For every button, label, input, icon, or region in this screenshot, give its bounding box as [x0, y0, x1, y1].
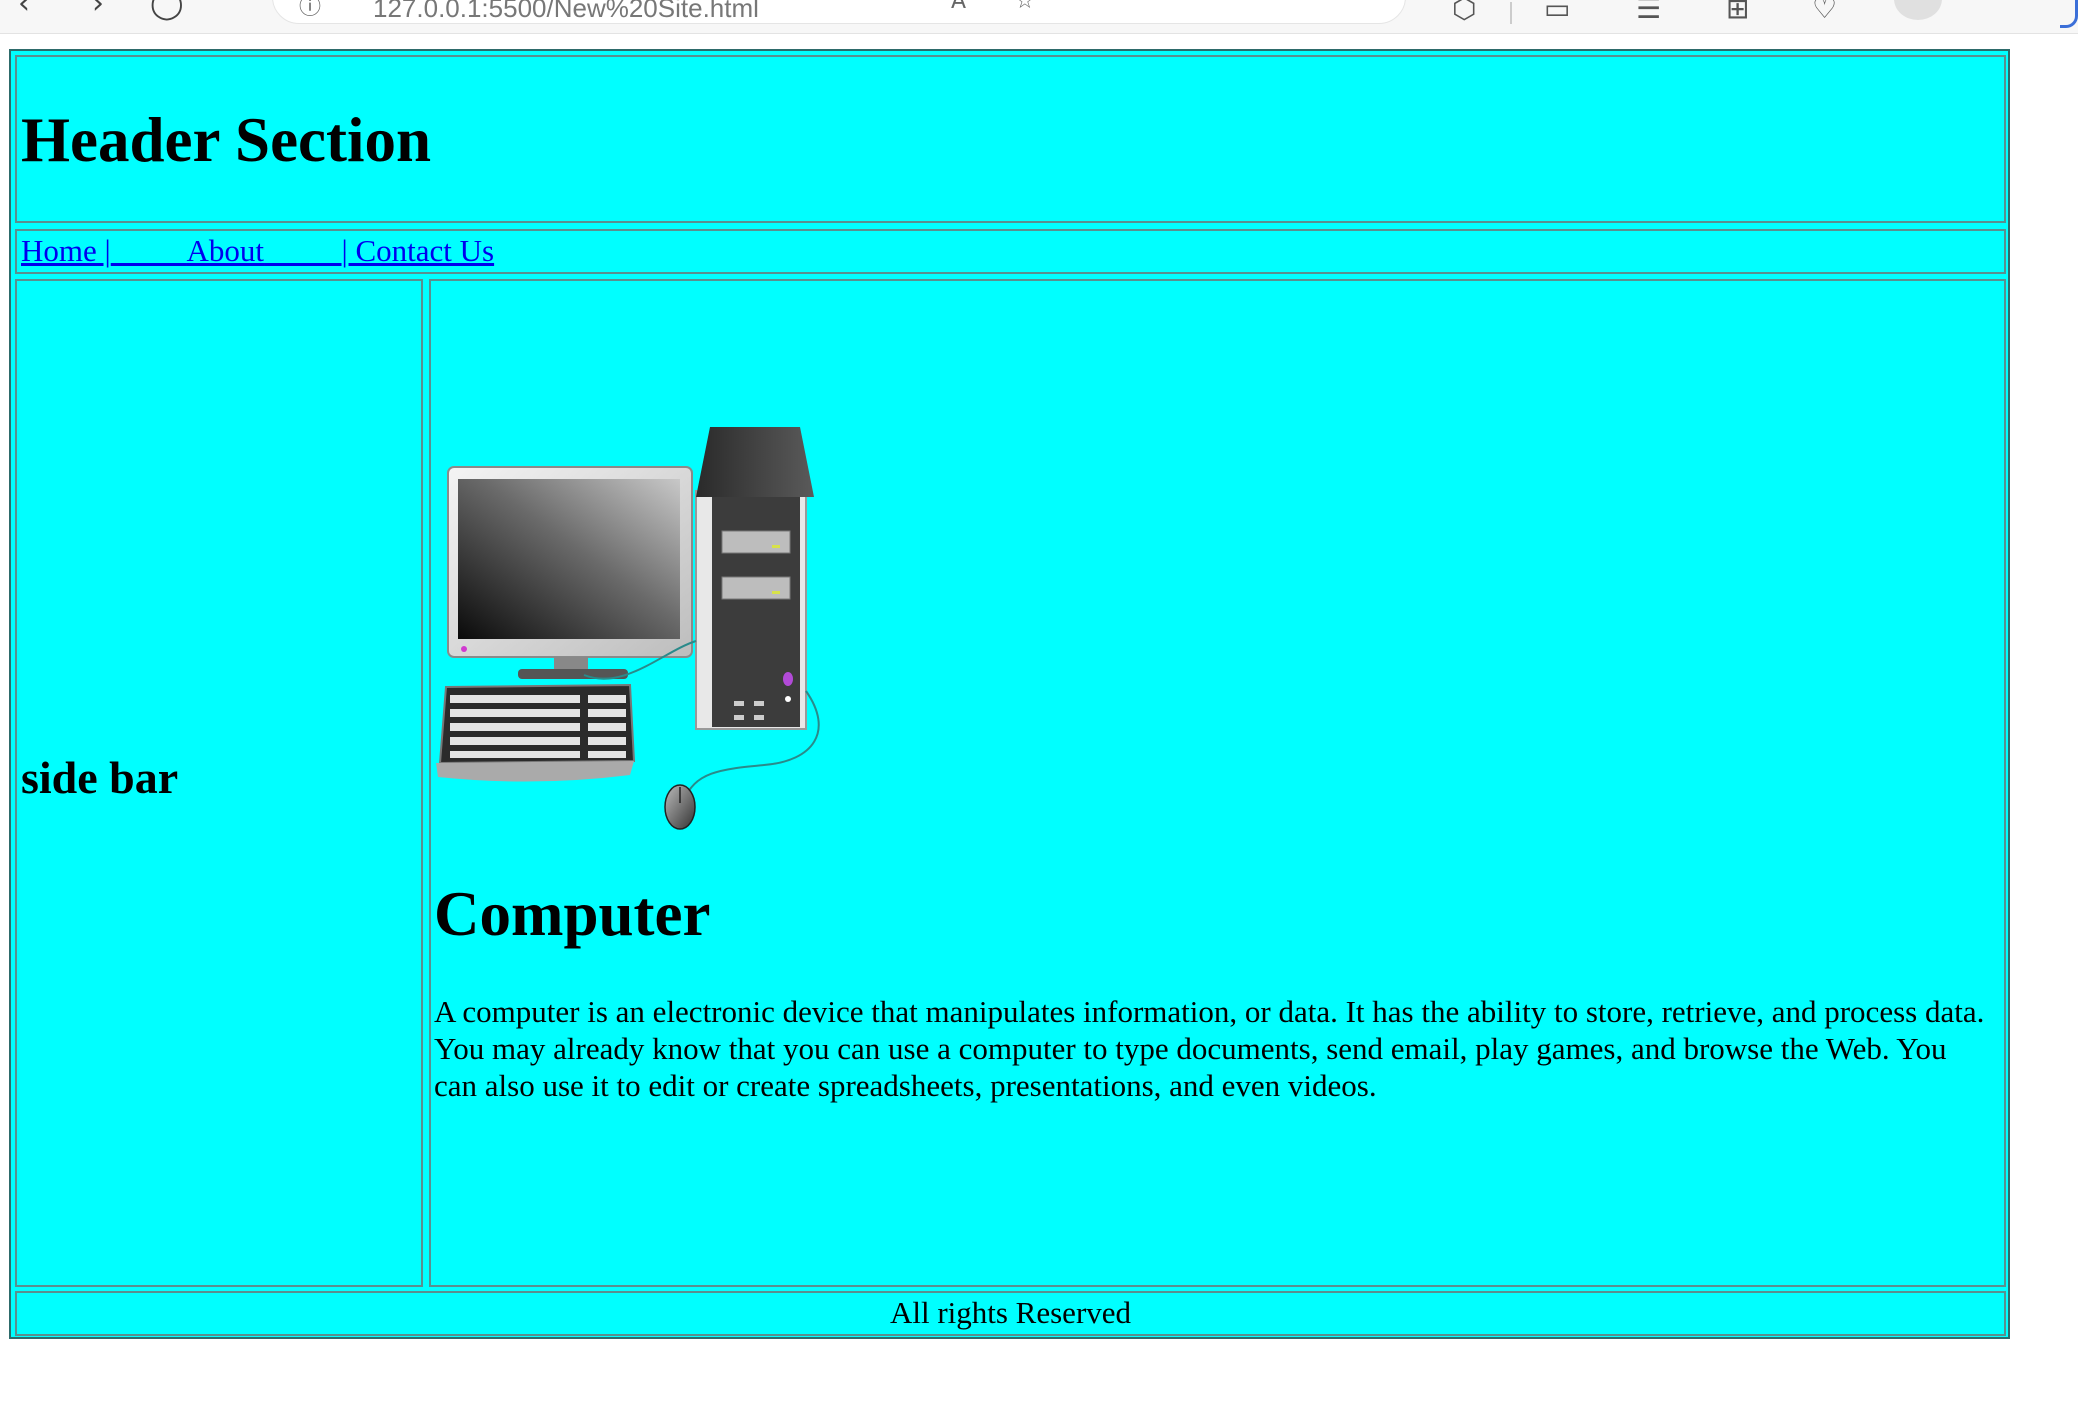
window-edge-icon — [2060, 0, 2078, 28]
address-bar[interactable]: ⓘ 127.0.0.1:5500/New%20Site.html A ☆ — [272, 0, 1406, 24]
sidebar-heading: side bar — [21, 752, 179, 803]
favorite-star-icon[interactable]: ☆ — [1015, 0, 1035, 14]
page-layout-table: Header Section Home | About | Contact Us… — [9, 49, 2010, 1339]
footer-text: All rights Reserved — [889, 1295, 1132, 1330]
refresh-icon[interactable]: ◯ — [150, 0, 184, 21]
footer: All rights Reserved — [15, 1291, 2006, 1336]
nav-gap — [111, 233, 187, 268]
nav-link-about[interactable]: About — [187, 233, 265, 268]
computer-image — [436, 427, 820, 830]
nav-bar: Home | About | Contact Us — [15, 229, 2006, 274]
address-url: 127.0.0.1:5500/New%20Site.html — [373, 0, 759, 23]
main-title: Computer — [434, 879, 711, 949]
header-cell: Header Section — [15, 55, 2006, 223]
back-icon[interactable]: ‹ — [18, 0, 30, 21]
main-content: Computer A computer is an electronic dev… — [429, 279, 2006, 1287]
browser-essentials-icon[interactable]: ♡ — [1812, 0, 1837, 25]
split-screen-icon[interactable]: ▭ — [1544, 0, 1570, 25]
site-info-icon[interactable]: ⓘ — [299, 0, 321, 21]
nav-gap — [264, 233, 342, 268]
extensions-icon[interactable]: ⬡ — [1452, 0, 1476, 25]
sidebar: side bar — [15, 279, 423, 1287]
toolbar-divider — [1510, 2, 1512, 24]
collections-icon[interactable]: ⊞ — [1726, 0, 1749, 25]
browser-toolbar: ‹ › ◯ ⓘ 127.0.0.1:5500/New%20Site.html A… — [0, 0, 2078, 34]
read-aloud-icon[interactable]: A — [951, 0, 966, 14]
profile-icon[interactable] — [1894, 0, 1942, 20]
nav-link-contact[interactable]: | Contact Us — [342, 233, 495, 268]
nav-link-home[interactable]: Home | — [21, 233, 111, 268]
forward-icon[interactable]: › — [92, 0, 104, 21]
header-title: Header Section — [21, 105, 432, 175]
favorites-icon[interactable]: ☰ — [1636, 0, 1661, 25]
main-paragraph: A computer is an electronic device that … — [434, 994, 1985, 1103]
nav-links: Home | About | Contact Us — [21, 233, 494, 269]
